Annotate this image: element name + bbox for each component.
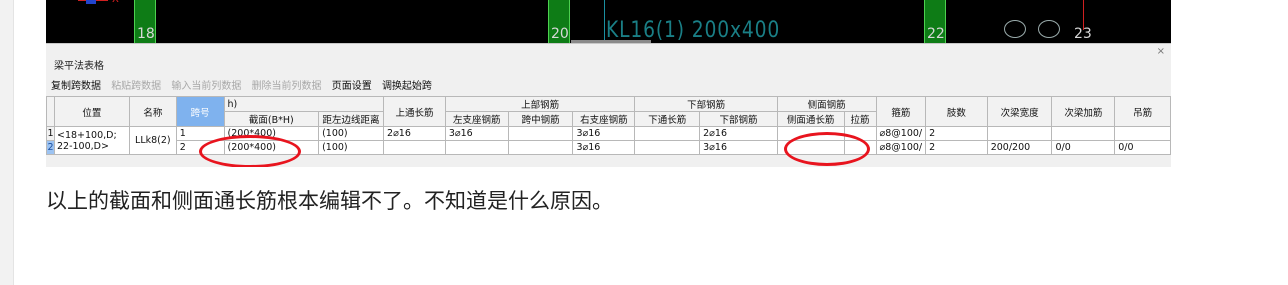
header-span[interactable]: 跨号	[175, 96, 225, 127]
section-marker-icon	[1038, 20, 1060, 38]
header-bottom-through[interactable]: 下通长筋	[634, 111, 701, 127]
header-legs[interactable]: 肢数	[925, 96, 988, 127]
header-side-through[interactable]: 侧面通长筋	[776, 111, 845, 127]
axis-number-23: 23	[1074, 26, 1092, 42]
header-top-through[interactable]: 上通长筋	[383, 96, 446, 127]
header-bottom-group[interactable]: 下部钢筋	[634, 96, 778, 112]
header-mid-span[interactable]: 跨中钢筋	[507, 111, 574, 127]
cell-stirrup[interactable]: ⌀8@100/	[875, 126, 927, 141]
beam-table-panel: × 梁平法表格 复制跨数据 粘贴跨数据 输入当前列数据 删除当前列数据 页面设置…	[46, 43, 1171, 167]
header-sec-add[interactable]: 次梁加筋	[1051, 96, 1116, 127]
cell-hanger[interactable]: 0/0	[1114, 140, 1171, 155]
axis-number-20: 20	[551, 26, 569, 42]
coord-x-label: X	[112, 0, 119, 5]
header-stirrup[interactable]: 箍筋	[875, 96, 927, 127]
input-column-button[interactable]: 输入当前列数据	[171, 81, 241, 92]
page-setup-button[interactable]: 页面设置	[332, 81, 372, 92]
cell-hanger[interactable]	[1114, 126, 1171, 141]
paste-span-button[interactable]: 粘贴跨数据	[111, 81, 161, 92]
annotation-circle-section	[199, 135, 301, 167]
header-left-seat[interactable]: 左支座钢筋	[444, 111, 509, 127]
row-number[interactable]: 2	[46, 140, 55, 155]
header-right-seat[interactable]: 右支座钢筋	[572, 111, 636, 127]
corner-cell	[46, 96, 55, 127]
cell-sec-add[interactable]	[1051, 126, 1116, 141]
cell-name[interactable]: LLk8(2)	[128, 126, 177, 155]
delete-column-button[interactable]: 删除当前列数据	[252, 81, 322, 92]
cell-bottom-rebar[interactable]: 3⌀16	[699, 140, 778, 155]
header-top-group[interactable]: 上部钢筋	[444, 96, 636, 112]
cell-left-seat[interactable]	[444, 140, 509, 155]
section-marker-icon	[1004, 20, 1026, 38]
post-caption: 以上的截面和侧面通长筋根本编辑不了。不知道是什么原因。	[46, 189, 613, 213]
close-icon[interactable]: ×	[1157, 46, 1165, 57]
cell-bottom-through[interactable]	[634, 140, 701, 155]
panel-title: 梁平法表格	[54, 61, 104, 72]
cell-bottom-rebar[interactable]: 2⌀16	[699, 126, 778, 141]
header-edge-dist[interactable]: 距左边线距离	[318, 111, 385, 127]
header-tie[interactable]: 拉筋	[843, 111, 877, 127]
page-left-rail	[0, 0, 14, 285]
header-position[interactable]: 位置	[53, 96, 130, 127]
position-line-1: <18+100,D;	[56, 129, 117, 141]
annotation-circle-side-rebar	[784, 132, 870, 166]
cell-sec-width[interactable]	[986, 126, 1053, 141]
cell-top-through[interactable]: 2⌀16	[383, 126, 446, 141]
position-line-2: 22-100,D>	[56, 140, 109, 152]
header-name[interactable]: 名称	[128, 96, 177, 127]
cell-mid-span[interactable]	[507, 126, 574, 141]
header-elevation[interactable]: h)	[223, 96, 385, 112]
cell-edge-dist[interactable]: (100)	[318, 126, 385, 141]
cell-edge-dist[interactable]: (100)	[318, 140, 385, 155]
beam-axis-line	[604, 0, 605, 43]
header-hanger[interactable]: 吊筋	[1114, 96, 1171, 127]
header-side-group[interactable]: 侧面钢筋	[776, 96, 877, 112]
swap-start-span-button[interactable]: 调换起始跨	[382, 81, 432, 92]
cell-position[interactable]: <18+100,D; 22-100,D>	[53, 126, 130, 155]
axis-number-18: 18	[137, 26, 155, 42]
cell-right-seat[interactable]: 3⌀16	[572, 140, 636, 155]
header-bottom-rebar[interactable]: 下部钢筋	[699, 111, 778, 127]
cell-legs[interactable]: 2	[925, 140, 988, 155]
cell-legs[interactable]: 2	[925, 126, 988, 141]
cell-top-through[interactable]	[383, 140, 446, 155]
cell-sec-width[interactable]: 200/200	[986, 140, 1053, 155]
row-number[interactable]: 1	[46, 126, 55, 141]
cell-left-seat[interactable]: 3⌀16	[444, 126, 509, 141]
header-sec-width[interactable]: 次梁宽度	[986, 96, 1053, 127]
header-section[interactable]: 截面(B*H)	[223, 111, 320, 127]
cell-mid-span[interactable]	[507, 140, 574, 155]
cell-bottom-through[interactable]	[634, 126, 701, 141]
copy-span-button[interactable]: 复制跨数据	[51, 81, 101, 92]
cad-canvas[interactable]: X 18 20 KL16(1) 200x400 22 23	[46, 0, 1171, 43]
software-screenshot: X 18 20 KL16(1) 200x400 22 23 × 梁平法表格 复制…	[46, 0, 1171, 167]
cell-right-seat[interactable]: 3⌀16	[572, 126, 636, 141]
cell-stirrup[interactable]: ⌀8@100/	[875, 140, 927, 155]
axis-number-22: 22	[927, 26, 945, 42]
cell-sec-add[interactable]: 0/0	[1051, 140, 1116, 155]
panel-toolbar: 复制跨数据 粘贴跨数据 输入当前列数据 删除当前列数据 页面设置 调换起始跨	[51, 77, 439, 92]
